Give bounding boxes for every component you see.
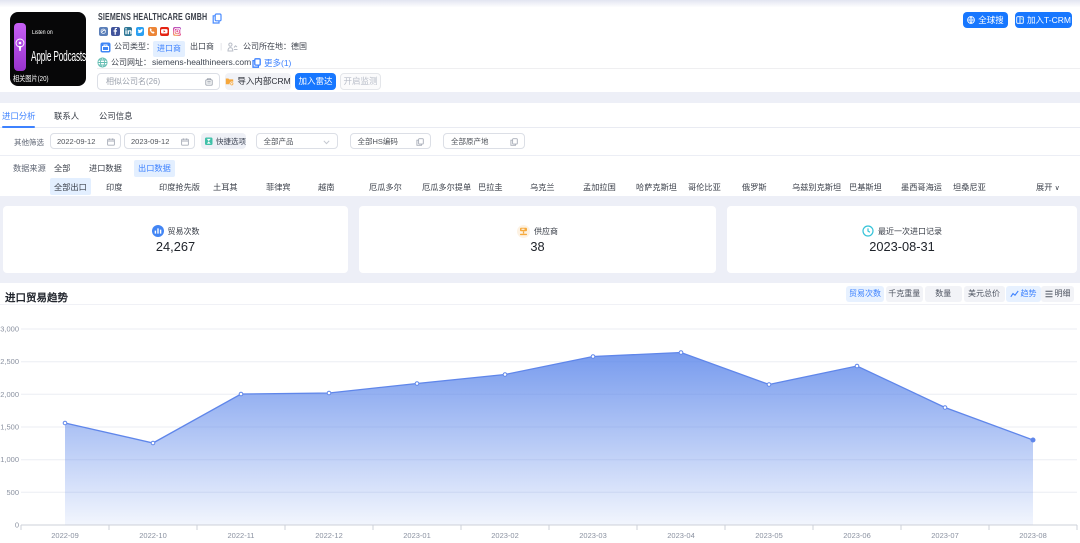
svg-text:2023-02: 2023-02 xyxy=(491,531,519,540)
svg-text:2023-05: 2023-05 xyxy=(755,531,783,540)
svg-text:1,000: 1,000 xyxy=(0,455,19,464)
svg-text:2023-01: 2023-01 xyxy=(403,531,431,540)
svg-text:3,000: 3,000 xyxy=(0,325,19,334)
svg-text:2022-11: 2022-11 xyxy=(228,531,255,540)
svg-text:2023-03: 2023-03 xyxy=(579,531,607,540)
svg-text:2023-06: 2023-06 xyxy=(843,531,871,540)
svg-text:2023-04: 2023-04 xyxy=(667,531,695,540)
svg-text:2023-08: 2023-08 xyxy=(1019,531,1047,540)
svg-text:2022-10: 2022-10 xyxy=(139,531,167,540)
svg-text:0: 0 xyxy=(15,521,19,530)
svg-text:500: 500 xyxy=(6,488,19,497)
svg-text:1,500: 1,500 xyxy=(0,423,19,432)
svg-text:2,000: 2,000 xyxy=(0,390,19,399)
svg-text:2022-12: 2022-12 xyxy=(315,531,343,540)
svg-text:2,500: 2,500 xyxy=(0,357,19,366)
svg-text:2023-07: 2023-07 xyxy=(931,531,959,540)
svg-text:2022-09: 2022-09 xyxy=(51,531,79,540)
